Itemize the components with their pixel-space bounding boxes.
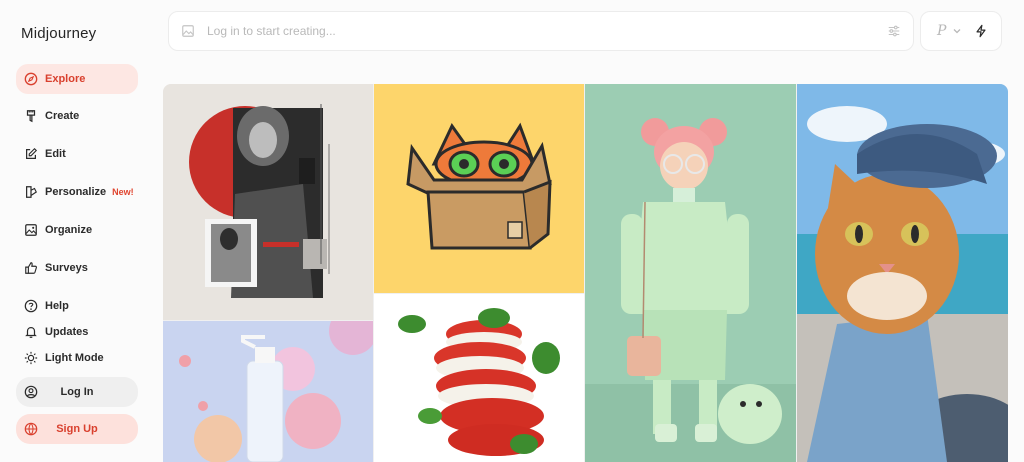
explore-gallery xyxy=(163,84,1008,462)
gallery-image-cat-box[interactable] xyxy=(374,84,584,293)
nav-edit-label: Edit xyxy=(45,148,66,160)
palette-icon xyxy=(24,185,38,199)
gallery-image-mint-girl[interactable] xyxy=(585,84,796,462)
nav-explore[interactable]: Explore xyxy=(16,64,138,94)
gallery-image-tomato[interactable] xyxy=(374,294,584,462)
profile-controls: P xyxy=(920,11,1002,51)
help-icon xyxy=(24,299,38,313)
sun-icon xyxy=(24,351,38,365)
gallery-image-cat-cap[interactable] xyxy=(797,84,1008,462)
nav-updates[interactable]: Updates xyxy=(16,322,138,342)
sliders-icon[interactable] xyxy=(887,24,901,38)
nav-edit[interactable]: Edit xyxy=(16,139,138,169)
lightning-icon[interactable] xyxy=(974,24,988,38)
login-button[interactable]: Log In xyxy=(16,377,138,407)
image-icon xyxy=(24,223,38,237)
nav-create[interactable]: Create xyxy=(16,101,138,131)
user-icon xyxy=(24,385,38,399)
nav-create-label: Create xyxy=(45,110,80,122)
image-upload-icon[interactable] xyxy=(181,24,195,38)
nav-explore-label: Explore xyxy=(45,73,86,85)
login-label: Log In xyxy=(60,386,94,398)
thumbs-up-icon xyxy=(24,261,38,275)
new-badge: New! xyxy=(112,187,134,197)
chevron-down-icon[interactable] xyxy=(952,26,962,36)
profile-selector[interactable]: P xyxy=(937,23,946,39)
sidebar: Midjourney Explore Create Edit Personali… xyxy=(0,0,152,462)
app: Midjourney Explore Create Edit Personali… xyxy=(0,0,1024,462)
nav-personalize[interactable]: Personalize New! xyxy=(16,177,138,207)
nav-light-mode-label: Light Mode xyxy=(45,352,104,364)
nav-surveys-label: Surveys xyxy=(45,262,88,274)
gallery-image-collage[interactable] xyxy=(163,84,373,320)
signup-button[interactable]: Sign Up xyxy=(16,414,138,444)
nav-personalize-label: Personalize xyxy=(45,186,107,198)
brand-logo[interactable]: Midjourney xyxy=(21,25,96,42)
prompt-bar[interactable] xyxy=(168,11,914,51)
nav-surveys[interactable]: Surveys xyxy=(16,253,138,283)
gallery-image-skincare[interactable] xyxy=(163,321,373,462)
nav-help[interactable]: Help xyxy=(16,296,138,316)
signup-label: Sign Up xyxy=(56,423,98,435)
prompt-input[interactable] xyxy=(207,24,887,38)
nav-help-label: Help xyxy=(45,300,69,312)
compass-icon xyxy=(24,72,38,86)
nav-updates-label: Updates xyxy=(45,326,89,338)
globe-icon xyxy=(24,422,38,436)
brush-icon xyxy=(24,109,38,123)
nav-organize[interactable]: Organize xyxy=(16,215,138,245)
nav-light-mode[interactable]: Light Mode xyxy=(16,348,138,368)
edit-icon xyxy=(24,147,38,161)
bell-icon xyxy=(24,325,38,339)
nav-organize-label: Organize xyxy=(45,224,93,236)
